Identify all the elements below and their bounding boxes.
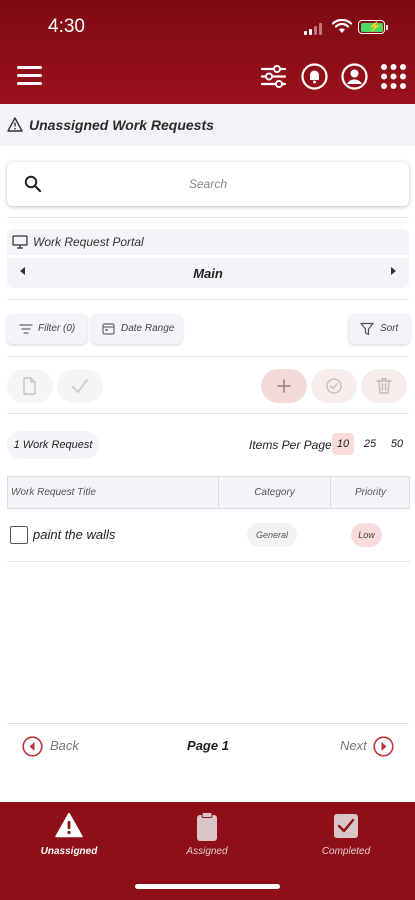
nav-label-completed: Completed: [321, 846, 371, 857]
battery-icon: ⚡: [358, 20, 388, 34]
portal-selector[interactable]: Main: [7, 258, 409, 288]
request-count-badge: 1 Work Request: [7, 431, 99, 459]
date-range-label: Date Range: [121, 323, 175, 334]
next-arrow-icon[interactable]: [373, 736, 394, 757]
filter-button[interactable]: Filter (0): [7, 314, 87, 344]
pagination: Back Page 1 Next: [7, 723, 409, 765]
request-count-text: 1 Work Request: [13, 439, 93, 451]
trash-icon: [376, 378, 392, 394]
filter-label: Filter (0): [38, 323, 76, 334]
portal-selected-value: Main: [193, 266, 223, 281]
portal-label: Work Request Portal: [33, 235, 144, 249]
nav-label-assigned: Assigned: [186, 846, 228, 857]
search-bar[interactable]: Search: [7, 162, 409, 206]
table-header: Work Request Title Category Priority: [7, 476, 410, 509]
column-header-category[interactable]: Category: [219, 477, 330, 508]
calendar-icon: [102, 323, 115, 335]
nav-item-unassigned[interactable]: Unassigned: [0, 802, 138, 872]
items-per-page-label: Items Per Page: [249, 438, 332, 452]
document-icon: [23, 377, 36, 395]
home-indicator[interactable]: [135, 884, 280, 889]
page-title: Unassigned Work Requests: [29, 117, 214, 133]
date-range-button[interactable]: Date Range: [92, 314, 182, 344]
filter-lines-icon: [19, 324, 33, 334]
checkmark-icon: [72, 379, 88, 394]
apps-grid-icon[interactable]: [380, 63, 407, 90]
sort-label: Sort: [380, 323, 399, 334]
cellular-signal-icon: [304, 23, 324, 35]
sliders-icon[interactable]: [260, 63, 287, 90]
profile-icon[interactable]: [341, 63, 368, 90]
priority-badge: Low: [351, 523, 382, 547]
new-document-button[interactable]: [7, 369, 53, 403]
add-button[interactable]: [261, 369, 307, 403]
clipboard-icon: [197, 812, 217, 841]
notification-bell-icon[interactable]: [301, 63, 328, 90]
monitor-icon: [12, 235, 28, 249]
row-checkbox[interactable]: [10, 526, 28, 544]
portal-label-row: Work Request Portal: [7, 229, 409, 255]
sort-button[interactable]: Sort: [349, 314, 410, 344]
wifi-icon: [332, 19, 352, 33]
status-time: 4:30: [48, 16, 85, 37]
warning-icon: [55, 812, 83, 838]
divider: [7, 356, 409, 357]
page-size-option-25[interactable]: 25: [359, 433, 381, 455]
approve-button[interactable]: [57, 369, 103, 403]
column-header-title[interactable]: Work Request Title: [11, 477, 96, 508]
top-app-bar: 4:30 ⚡: [0, 0, 415, 104]
checkbox-icon: [334, 814, 358, 838]
page-size-option-10[interactable]: 10: [332, 433, 354, 455]
plus-icon: [277, 379, 291, 393]
page-size-option-50[interactable]: 50: [386, 433, 408, 455]
nav-item-completed[interactable]: Completed: [277, 802, 415, 872]
page-header: Unassigned Work Requests: [0, 104, 415, 146]
warning-icon: [7, 117, 23, 132]
column-header-priority[interactable]: Priority: [331, 477, 410, 508]
assign-button[interactable]: [311, 369, 357, 403]
next-portal-arrow-icon[interactable]: [391, 267, 396, 275]
table-row[interactable]: paint the walls General Low: [7, 510, 410, 562]
divider: [7, 299, 409, 300]
request-title[interactable]: paint the walls: [33, 527, 115, 542]
funnel-icon: [360, 322, 374, 336]
next-button[interactable]: Next: [340, 738, 367, 753]
divider: [7, 217, 409, 218]
category-badge: General: [247, 523, 297, 547]
circle-check-icon: [326, 378, 342, 394]
menu-icon[interactable]: [17, 66, 42, 86]
nav-label-unassigned: Unassigned: [40, 846, 98, 857]
search-input[interactable]: Search: [7, 177, 409, 191]
nav-item-assigned[interactable]: Assigned: [138, 802, 276, 872]
divider: [7, 413, 409, 414]
delete-button[interactable]: [361, 369, 407, 403]
